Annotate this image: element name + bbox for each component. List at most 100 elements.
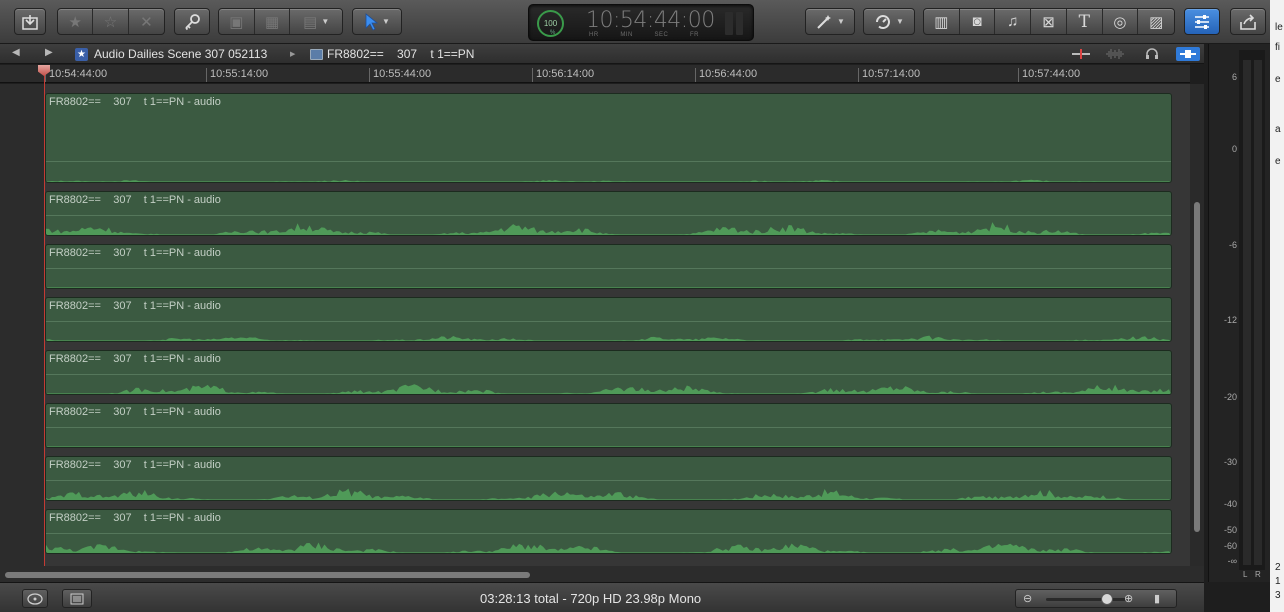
snapping-toggle-icon[interactable] [1176,47,1200,61]
chevron-down-icon: ▼ [896,17,904,26]
meter-channel-label: L [1243,570,1248,579]
audio-waveform [46,287,1171,288]
dashboard-timecode[interactable]: 100 % 10:54:44:00 HR MIN SEC FR [528,4,754,41]
ruler-tick: 10:56:14:00 [532,68,594,82]
camera-icon: ◙ [972,13,982,30]
meter-right [1254,60,1262,565]
reject-button[interactable]: ✕ [129,9,164,34]
chevron-down-icon: ▼ [382,17,390,26]
horizontal-scroll-thumb[interactable] [5,572,530,578]
audio-meters: 6 0 -6 -12 -20 -30 -40 -50 -60 -∞ L R [1208,44,1270,582]
breadcrumb-clip[interactable]: FR8802== 307 t 1==PN [327,47,474,61]
audio-clip[interactable]: FR8802== 307 t 1==PN - audio [45,509,1172,554]
vertical-scroll-thumb[interactable] [1194,202,1200,532]
themes-browser-button[interactable]: ▨ [1138,9,1174,34]
audio-clip[interactable]: FR8802== 307 t 1==PN - audio [45,244,1172,289]
zoom-out-icon[interactable]: ⊖ [1023,592,1032,605]
timecode-label-fr: FR [689,32,699,38]
audio-clip[interactable]: FR8802== 307 t 1==PN - audio [45,403,1172,448]
meter-scale-label: 6 [1231,72,1237,82]
import-icon [22,14,38,30]
edit-buttons: ▣ ▦ ▤ ▼ [218,8,343,35]
unrate-button[interactable]: ☆ [93,9,129,34]
clip-appearance-icon[interactable] [1070,47,1092,61]
timeline-ruler[interactable]: 10:54:44:00 10:55:14:00 10:55:44:00 10:5… [0,65,1190,83]
timeline-tracks[interactable]: FR8802== 307 t 1==PN - audio FR8802== 30… [0,84,1190,566]
audio-clip[interactable]: FR8802== 307 t 1==PN - audio [45,350,1172,395]
transitions-browser-button[interactable]: ⊠ [1031,9,1067,34]
photo-browser-button[interactable]: ◙ [960,9,996,34]
waveform-shape [46,335,1171,341]
title-t-icon: T [1078,11,1090,32]
forward-arrow-icon[interactable]: ▶ [45,47,53,58]
enhancements-button[interactable]: ▼ [805,8,855,35]
append-icon: ▤ [303,13,318,31]
background-task-indicator[interactable] [725,12,743,35]
timeline-gutter [0,84,45,566]
import-media-button[interactable] [14,8,46,35]
film-reel-icon [27,592,43,605]
list-icon [70,593,84,604]
headphones-icon[interactable] [1142,47,1162,61]
audio-clip[interactable]: FR8802== 307 t 1==PN - audio [45,456,1172,501]
audio-clip[interactable]: FR8802== 307 t 1==PN - audio [45,297,1172,342]
edge-text: 2 [1275,562,1281,573]
transition-icon: ⊠ [1042,13,1055,31]
connect-button[interactable]: ▣ [219,9,255,34]
meter-scale-label: -∞ [1227,556,1237,566]
playhead[interactable] [44,66,45,566]
timecode-label-sec: SEC [654,32,669,38]
waveform-shape [46,287,1171,288]
zoom-in-icon[interactable]: ⊕ [1124,592,1133,605]
breadcrumb-project[interactable]: Audio Dailies Scene 307 052113 [94,47,267,61]
waveform-shape [46,488,1171,500]
tool-select-button[interactable]: ▼ [352,8,402,35]
timecode-label-hr: HR [589,32,599,38]
timeline-list-button[interactable] [62,589,92,608]
ruler-tick: 10:55:14:00 [206,68,268,82]
star-outline-icon: ☆ [103,13,118,31]
meter-channel-label: R [1255,570,1261,579]
audio-waveform [46,335,1171,341]
clip-height-icon[interactable]: ▮ [1154,592,1160,605]
chevron-down-icon: ▼ [321,17,330,26]
horizontal-scrollbar[interactable] [0,566,1204,582]
retime-icon [876,14,891,29]
audio-clip[interactable]: FR8802== 307 t 1==PN - audio [45,93,1172,183]
audio-clip[interactable]: FR8802== 307 t 1==PN - audio [45,191,1172,236]
zoom-slider-knob[interactable] [1101,593,1113,605]
x-icon: ✕ [140,13,153,31]
waveform-shape [46,384,1171,394]
titles-browser-button[interactable]: T [1067,9,1103,34]
toolbar: ★ ☆ ✕ ▣ ▦ ▤ ▼ ▼ 100 % 10:54:44:00 HR MIN … [0,0,1284,44]
edge-text: e [1275,74,1281,85]
sliders-icon [1195,14,1209,29]
edge-text: e [1275,156,1281,167]
ruler-tick: 10:57:14:00 [858,68,920,82]
back-arrow-icon[interactable]: ◀ [12,47,20,58]
share-button[interactable] [1230,8,1266,35]
generators-browser-button[interactable]: ◎ [1103,9,1139,34]
append-button[interactable]: ▤ ▼ [290,9,342,34]
inspector-button[interactable] [1184,8,1220,35]
effects-browser-button[interactable]: ▥ [924,9,960,34]
timeline-index-button[interactable] [22,589,48,608]
magic-wand-icon [817,14,832,29]
chevron-down-icon: ▼ [837,17,845,26]
music-browser-button[interactable]: ♫ [995,9,1032,34]
audio-waveform [46,488,1171,500]
keyword-editor-button[interactable] [174,8,210,35]
timeline-zoom-control[interactable]: ⊖ ⊕ ▮ [1015,589,1177,608]
retime-button[interactable]: ▼ [863,8,915,35]
meter-scale-label: -50 [1223,525,1237,535]
audio-waveform [46,179,1171,182]
breadcrumb-separator-icon: ▶ [290,51,296,58]
edge-text: a [1275,124,1281,135]
favorite-button[interactable]: ★ [58,9,94,34]
vertical-scrollbar[interactable] [1190,84,1204,566]
zoom-slider-track[interactable] [1046,598,1126,601]
timecode-unit-labels: HR MIN SEC FR [589,32,699,38]
edge-text: fi [1275,42,1280,53]
insert-button[interactable]: ▦ [255,9,291,34]
audio-waveform-icon[interactable] [1104,47,1126,61]
